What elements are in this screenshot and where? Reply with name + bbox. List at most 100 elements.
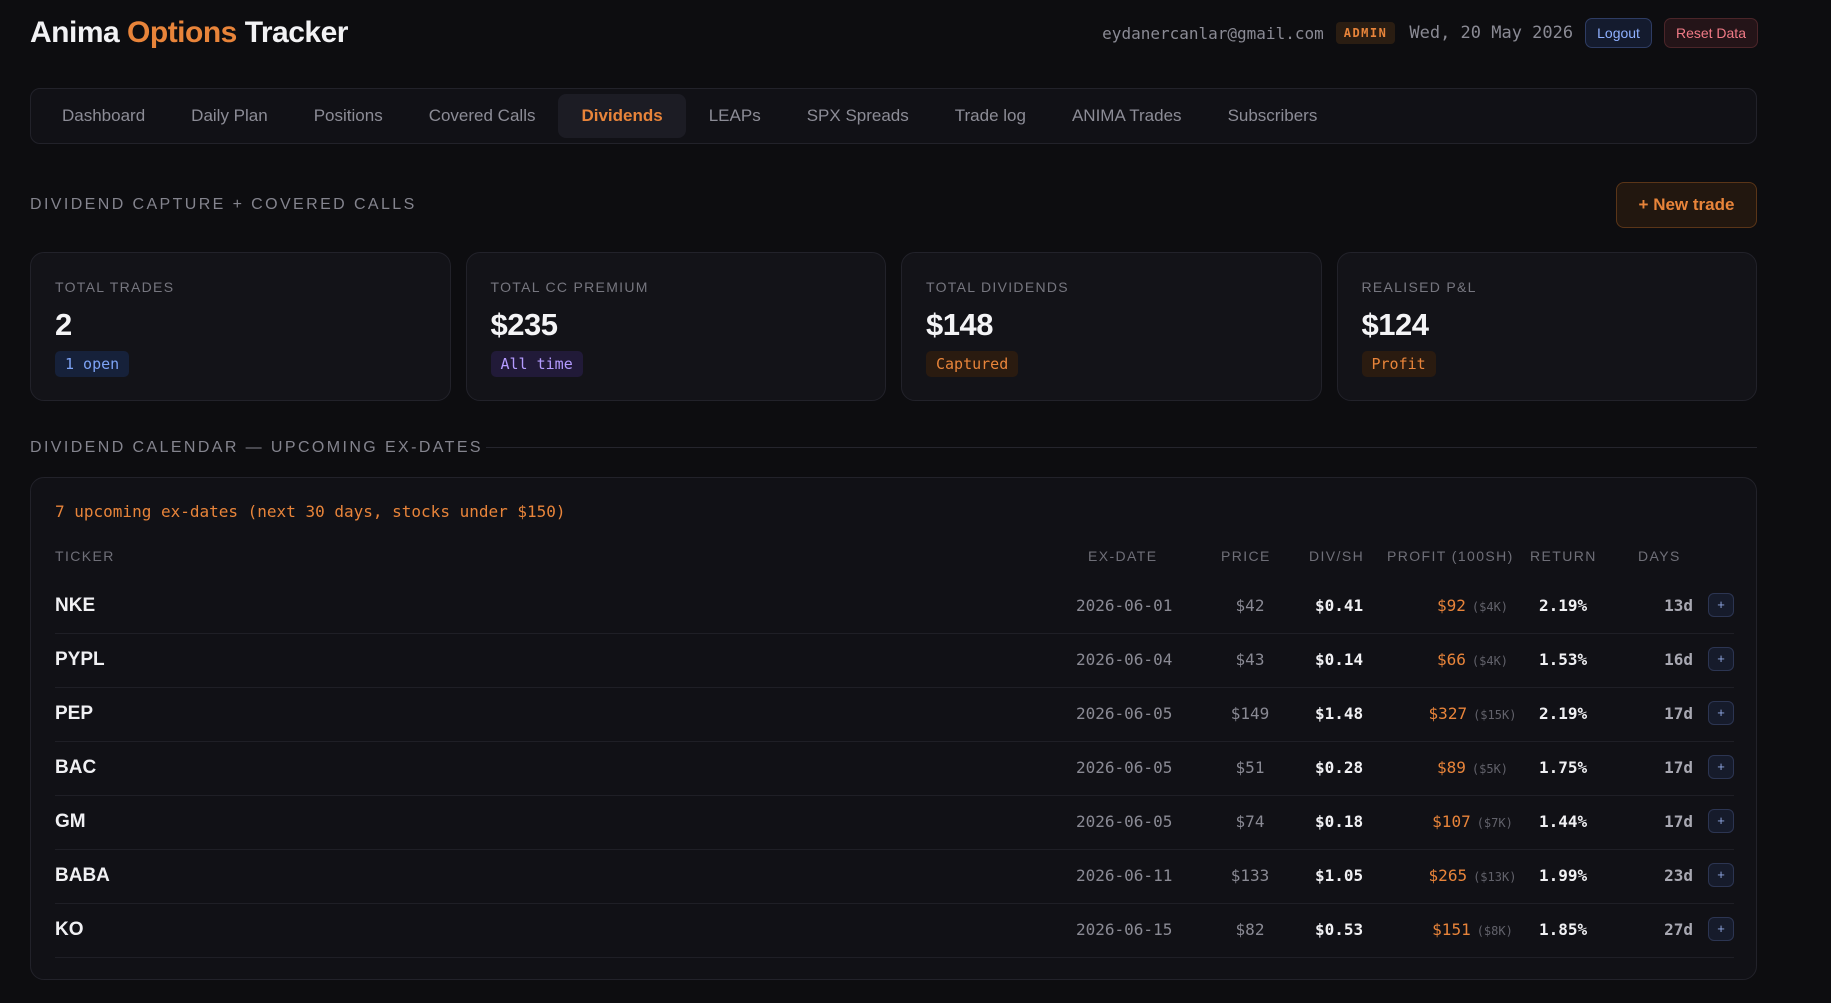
table-row: BAC 2026-06-05 $51 $0.28 $89 ($5K) 1.75% 17d + [55,741,1734,796]
add-trade-button[interactable]: + [1708,593,1734,617]
ticker-symbol: BABA [55,865,110,886]
stock-price: $82 [1235,920,1265,939]
return-percent: 1.75% [1539,758,1588,777]
section-divider [486,447,1757,448]
profit-cell: $327 ($15K) [1385,687,1560,741]
days-until: 17d [1664,758,1693,777]
stat-badge: All time [490,351,583,377]
ex-date: 2026-06-11 [1076,866,1173,885]
return-percent: 1.99% [1539,866,1588,885]
stat-value: 2 [55,307,72,342]
capital-required: ($4K) [1471,600,1509,614]
profit-value: $92 [1436,596,1466,615]
tab-covered-calls[interactable]: Covered Calls [406,94,559,138]
table-row: PEP 2026-06-05 $149 $1.48 $327 ($15K) 2.19% 17d… [55,687,1734,742]
profit-value: $107 [1432,812,1471,831]
stock-price: $74 [1235,812,1265,831]
header-right: eydanercanlar@gmail.com ADMIN Wed, 20 Ma… [1102,18,1758,48]
profit-value: $327 [1428,704,1468,723]
days-until: 17d [1664,812,1693,831]
capital-required: ($5K) [1471,762,1509,776]
stat-card-total-cc-premium: TOTAL CC PREMIUM $235 All time [465,252,886,401]
ticker-symbol: GM [55,811,86,832]
return-percent: 1.85% [1539,920,1588,939]
return-percent: 1.53% [1539,650,1588,669]
tab-subscribers[interactable]: Subscribers [1205,94,1341,138]
column-header-price: PRICE [1221,548,1271,564]
profit-value: $151 [1432,920,1471,939]
brand-part-3: Tracker [244,16,349,49]
add-trade-button[interactable]: + [1708,701,1734,725]
brand-part-2: Options [127,16,237,49]
column-header-profit: PROFIT (100SH) [1387,548,1514,564]
tab-dividends[interactable]: Dividends [558,94,686,138]
return-percent: 1.44% [1539,812,1588,831]
capital-required: ($13K) [1473,870,1517,884]
profit-value: $265 [1428,866,1468,885]
add-trade-button[interactable]: + [1708,863,1734,887]
stat-label: TOTAL DIVIDENDS [926,279,1069,295]
stock-price: $43 [1235,650,1265,669]
stat-value: $148 [926,307,993,342]
profit-cell: $265 ($13K) [1385,849,1560,903]
add-trade-button[interactable]: + [1708,809,1734,833]
stat-card-realised-pnl: REALISED P&L $124 Profit [1336,252,1757,401]
days-until: 23d [1664,866,1693,885]
stat-card-total-trades: TOTAL TRADES 2 1 open [30,252,451,401]
dividend-per-share: $1.48 [1315,704,1364,723]
tab-leaps[interactable]: LEAPs [686,94,784,138]
ex-date: 2026-06-05 [1076,812,1173,831]
table-row: NKE 2026-06-01 $42 $0.41 $92 ($4K) 2.19% 13d + [55,579,1734,634]
dividend-per-share: $0.14 [1315,650,1364,669]
calendar-title: DIVIDEND CALENDAR — UPCOMING EX-DATES [30,439,483,456]
dividend-per-share: $0.28 [1315,758,1364,777]
role-badge: ADMIN [1335,22,1396,44]
table-row: KO 2026-06-15 $82 $0.53 $151 ($8K) 1.85% 27d + [55,903,1734,958]
dividend-calendar-panel: 7 upcoming ex-dates (next 30 days, stock… [30,477,1757,980]
logout-button[interactable]: Logout [1585,18,1652,48]
column-header-div-sh: DIV/SH [1309,548,1365,564]
profit-cell: $89 ($5K) [1385,741,1560,795]
add-trade-button[interactable]: + [1708,755,1734,779]
stock-price: $51 [1235,758,1265,777]
add-trade-button[interactable]: + [1708,647,1734,671]
table-row: GM 2026-06-05 $74 $0.18 $107 ($7K) 1.44% 17d + [55,795,1734,850]
stat-value: $124 [1361,307,1429,342]
table-row: BABA 2026-06-11 $133 $1.05 $265 ($13K) 1.99% 23… [55,849,1734,904]
days-until: 16d [1664,650,1693,669]
stock-price: $149 [1230,704,1270,723]
ex-date: 2026-06-05 [1076,758,1173,777]
app-title: Anima Options Tracker [30,16,348,50]
ex-date: 2026-06-04 [1076,650,1173,669]
ticker-symbol: PYPL [55,649,105,670]
stat-label: TOTAL CC PREMIUM [490,279,649,295]
days-until: 17d [1664,704,1693,723]
ticker-symbol: NKE [55,595,96,616]
brand-part-1: Anima [30,16,120,49]
stat-card-total-dividends: TOTAL DIVIDENDS $148 Captured [901,252,1322,401]
tab-trade-log[interactable]: Trade log [932,94,1049,138]
stat-label: REALISED P&L [1361,279,1477,295]
days-until: 13d [1664,596,1693,615]
tab-dashboard[interactable]: Dashboard [39,94,168,138]
column-header-ex-date: EX-DATE [1088,548,1158,564]
dividend-per-share: $0.41 [1315,596,1364,615]
ex-date: 2026-06-01 [1076,596,1173,615]
profit-value: $66 [1436,650,1466,669]
profit-value: $89 [1436,758,1466,777]
ticker-symbol: PEP [55,703,94,724]
reset-data-button[interactable]: Reset Data [1663,18,1758,48]
tab-daily-plan[interactable]: Daily Plan [168,94,291,138]
tab-anima-trades[interactable]: ANIMA Trades [1049,94,1205,138]
add-trade-button[interactable]: + [1708,917,1734,941]
app-header: Anima Options Tracker eydanercanlar@gmai… [30,16,1758,52]
capital-required: ($8K) [1476,924,1513,938]
return-percent: 2.19% [1539,704,1588,723]
days-until: 27d [1664,920,1693,939]
tab-positions[interactable]: Positions [291,94,406,138]
stat-cards: TOTAL TRADES 2 1 open TOTAL CC PREMIUM $… [30,252,1757,401]
new-trade-button[interactable]: + New trade [1616,182,1757,228]
ex-date: 2026-06-05 [1076,704,1173,723]
dividend-per-share: $1.05 [1315,866,1364,885]
tab-spx-spreads[interactable]: SPX Spreads [784,94,932,138]
